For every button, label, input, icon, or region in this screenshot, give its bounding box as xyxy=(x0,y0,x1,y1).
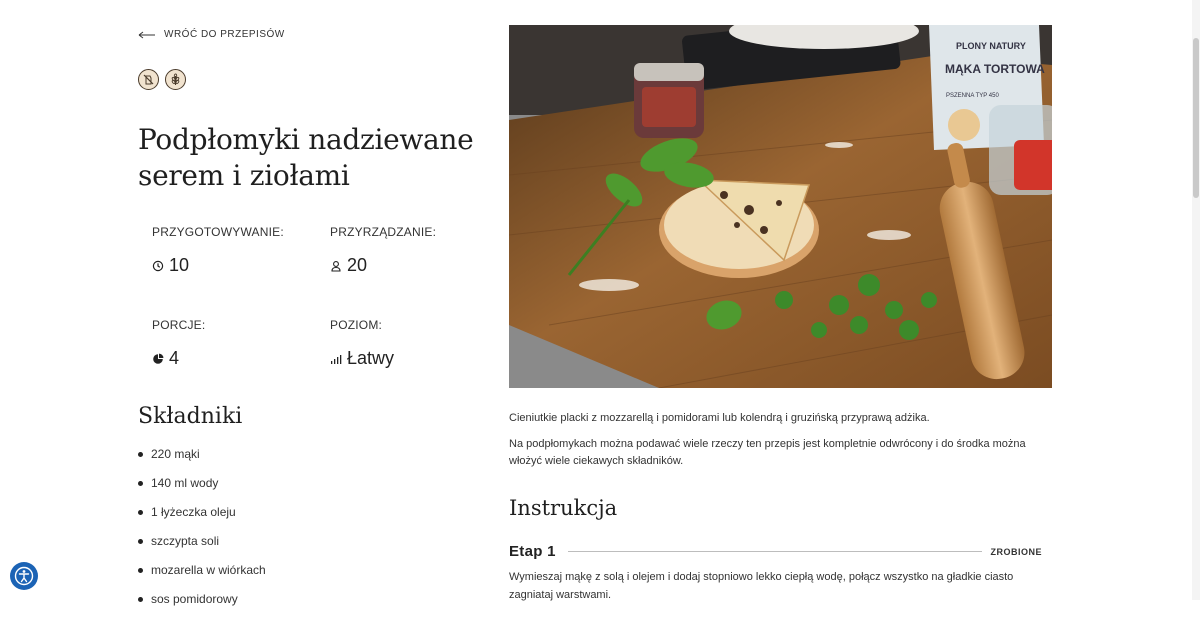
diet-badges xyxy=(138,69,186,90)
back-link-label: WRÓĆ DO PRZEPISÓW xyxy=(164,29,285,40)
no-lactose-icon xyxy=(138,69,159,90)
stat-portions-label: PORCJE: xyxy=(152,318,206,332)
step-text: Wymieszaj mąkę z solą i olejem i dodaj s… xyxy=(509,571,1014,601)
recipe-title: Podpłomyki nadziewane serem i ziołami xyxy=(138,123,474,192)
description-paragraph: Cieniutkie placki z mozzarellą i pomidor… xyxy=(509,412,930,424)
back-to-recipes-link[interactable]: WRÓĆ DO PRZEPISÓW xyxy=(138,29,285,40)
step-header: Etap 1 ZROBIONE xyxy=(509,543,1042,560)
accessibility-button[interactable] xyxy=(10,562,38,590)
stat-portions-value: 4 xyxy=(169,348,180,368)
pie-icon xyxy=(153,353,164,364)
ingredient-item: szczypta soli xyxy=(138,534,266,563)
stat-level-value: Łatwy xyxy=(347,348,395,368)
stat-prep-label: PRZYGOTOWYWANIE: xyxy=(152,225,284,239)
ingredient-item: mozarella w wiórkach xyxy=(138,563,266,592)
flour-brand: PLONY NATURY xyxy=(956,41,1026,51)
flour-subtitle: PSZENNA TYP 450 xyxy=(946,93,999,99)
stat-portions: PORCJE: 4 xyxy=(152,318,205,369)
stat-cook-time: PRZYRZĄDZANIE: 20 xyxy=(330,225,436,276)
chef-icon xyxy=(331,260,341,272)
ingredient-item: 220 mąki xyxy=(138,447,266,476)
flour-product: MĄKA TORTOWA xyxy=(945,62,1045,76)
stat-level-label: POZIOM: xyxy=(330,318,383,332)
wheat-icon xyxy=(165,69,186,90)
stat-cook-value: 20 xyxy=(347,255,368,275)
recipe-photo: PLONY NATURY MĄKA TORTOWA PSZENNA TYP 45… xyxy=(509,25,1052,388)
stat-prep-time: PRZYGOTOWYWANIE: 10 xyxy=(152,225,284,276)
stat-prep-value: 10 xyxy=(169,255,190,275)
mark-done-button[interactable]: ZROBIONE xyxy=(990,547,1042,557)
step-label: Etap 1 xyxy=(509,543,556,560)
accessibility-icon xyxy=(14,566,34,586)
ingredient-item: sos pomidorowy xyxy=(138,592,266,621)
page-scrollbar[interactable] xyxy=(1192,0,1200,600)
description-paragraph: Na podpłomykach można podawać wiele rzec… xyxy=(509,438,1026,467)
instructions-title: Instrukcja xyxy=(509,496,618,520)
stat-level: POZIOM: Łatwy xyxy=(330,318,394,369)
ingredients-list: 220 mąki 140 ml wody 1 łyżeczka oleju sz… xyxy=(138,447,266,621)
ingredients-title: Składniki xyxy=(138,404,243,429)
clock-icon xyxy=(152,260,164,271)
step-divider xyxy=(567,551,983,552)
bars-icon xyxy=(331,354,342,364)
scrollbar-thumb[interactable] xyxy=(1193,38,1199,198)
stat-cook-label: PRZYRZĄDZANIE: xyxy=(330,225,437,239)
arrow-left-icon xyxy=(138,31,155,38)
ingredient-item: 140 ml wody xyxy=(138,476,266,505)
ingredient-item: 1 łyżeczka oleju xyxy=(138,505,266,534)
